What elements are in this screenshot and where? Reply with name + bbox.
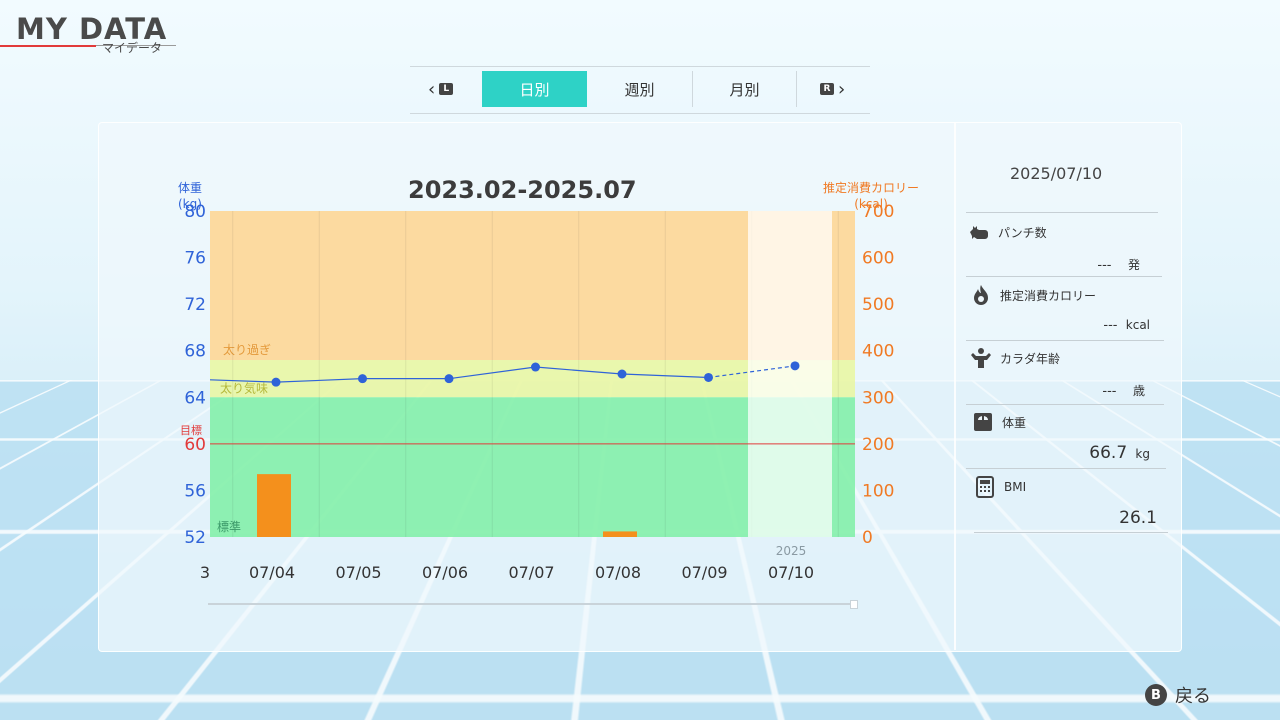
punch-count-value: --- 発 (1060, 256, 1140, 273)
chart-scrollbar-thumb[interactable] (850, 600, 858, 609)
chart-title: 2023.02-2025.07 (408, 176, 637, 204)
chevron-right-icon: › (838, 78, 846, 100)
y1-axis-title-main: 体重 (178, 181, 203, 195)
next-tab-button[interactable]: R › (820, 71, 845, 107)
flexing-body-icon (970, 347, 992, 369)
body-age-label: カラダ年齢 (970, 347, 1060, 369)
divider (966, 276, 1162, 277)
b-button-icon: B (1145, 684, 1167, 706)
calorie-label-text: 推定消費カロリー (1000, 288, 1097, 303)
tab-daily[interactable]: 日別 (482, 71, 587, 107)
divider (974, 532, 1168, 533)
weight-label-text: 体重 (1002, 415, 1027, 430)
bmi-label: BMI (974, 476, 1026, 498)
weight-label: 体重 (972, 411, 1026, 433)
weight-number: 66.7 (1089, 443, 1128, 463)
body-age-unit: 歳 (1132, 384, 1145, 398)
divider (966, 340, 1164, 341)
back-button[interactable]: B 戻る (1145, 682, 1211, 708)
calorie-label: 推定消費カロリー (970, 284, 1096, 306)
calorie-value: --- kcal (1040, 318, 1150, 333)
punch-count-label: パンチ数 (968, 221, 1047, 243)
chart-scrollbar[interactable] (208, 603, 854, 605)
prev-tab-button[interactable]: ‹ L (428, 71, 454, 107)
calorie-unit: kcal (1125, 318, 1150, 332)
boxing-glove-icon (968, 221, 990, 243)
selected-date: 2025/07/10 (1010, 164, 1103, 183)
scale-icon (972, 411, 994, 433)
body-age-number: --- (1102, 384, 1117, 399)
y1-axis-title: 体重 (kg) (178, 180, 202, 212)
data-panel (98, 122, 1182, 652)
divider (966, 468, 1166, 469)
back-label: 戻る (1175, 686, 1211, 707)
title-underline-accent (0, 45, 96, 47)
weight-value: 66.7 kg (1040, 443, 1150, 463)
calorie-number: --- (1103, 318, 1118, 333)
y2-axis-title-unit: (kcal) (854, 197, 888, 211)
divider (966, 212, 1158, 213)
calculator-icon (974, 476, 996, 498)
bmi-label-text: BMI (1004, 480, 1027, 494)
divider (966, 404, 1164, 405)
body-age-label-text: カラダ年齢 (1000, 351, 1061, 366)
punch-count-unit: 発 (1127, 258, 1140, 272)
panel-divider (954, 122, 956, 650)
page-subtitle: マイデータ (102, 41, 163, 55)
chevron-left-icon: ‹ (428, 78, 436, 100)
l-button-icon: L (439, 83, 454, 95)
weight-unit: kg (1135, 447, 1150, 461)
punch-count-number: --- (1097, 258, 1112, 273)
bmi-value: 26.1 (1119, 508, 1157, 528)
tab-monthly[interactable]: 月別 (693, 71, 796, 107)
y1-axis-title-unit: (kg) (178, 197, 202, 211)
r-button-icon: R (820, 83, 834, 95)
body-age-value: --- 歳 (1060, 382, 1145, 399)
y2-axis-title-main: 推定消費カロリー (823, 181, 920, 195)
tab-weekly[interactable]: 週別 (587, 71, 692, 107)
punch-count-label-text: パンチ数 (998, 225, 1047, 240)
period-tabs: ‹ L 日別 週別 月別 R › (410, 66, 870, 114)
y2-axis-title: 推定消費カロリー (kcal) (823, 180, 919, 212)
tab-divider (796, 71, 797, 107)
flame-icon (970, 284, 992, 306)
